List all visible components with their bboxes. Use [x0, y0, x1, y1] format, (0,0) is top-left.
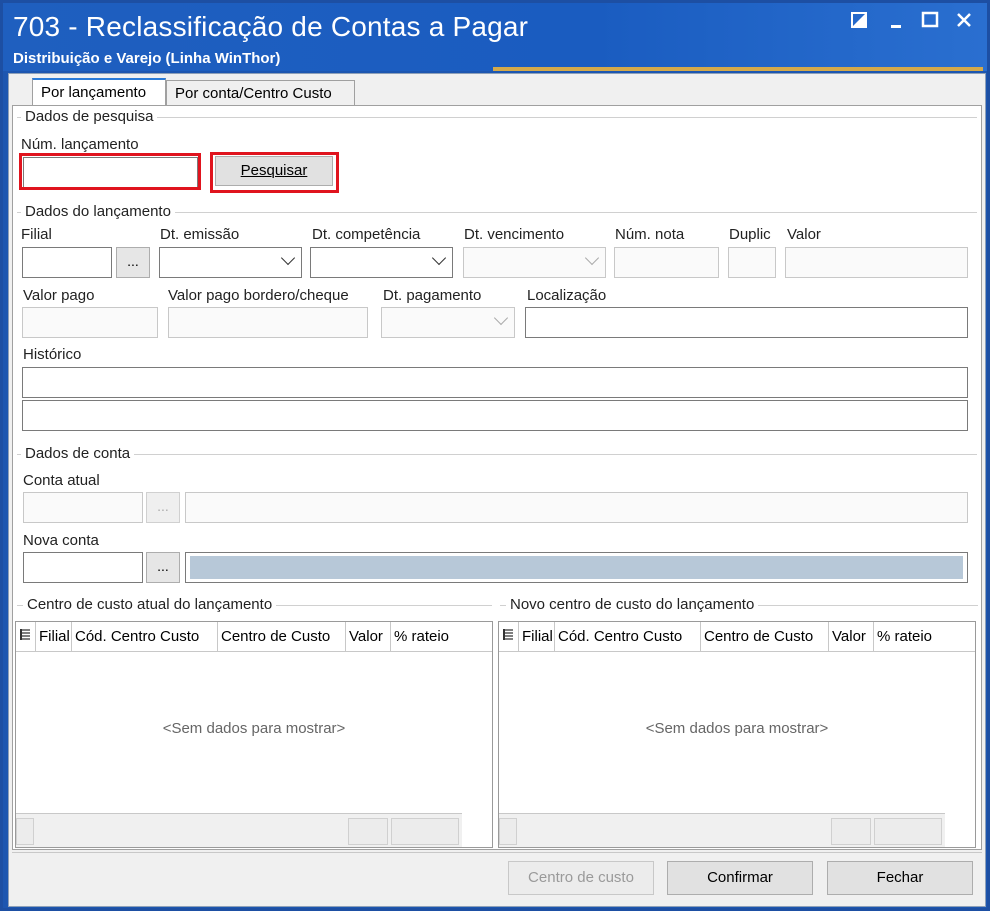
- duplic-label: Duplic: [729, 226, 771, 243]
- column-header[interactable]: Centro de Custo: [218, 622, 346, 652]
- footer-cell: [499, 818, 517, 845]
- conta-atual-input[interactable]: [23, 492, 143, 523]
- num-nota-label: Núm. nota: [615, 226, 685, 243]
- footer-cell: [831, 818, 871, 845]
- group-dados-lancamento: Dados do lançamento: [21, 203, 175, 220]
- column-header[interactable]: Filial: [519, 622, 555, 652]
- cc-atual-grid: Filial Cód. Centro Custo Centro de Custo…: [15, 621, 493, 848]
- duplic-input[interactable]: [728, 247, 776, 278]
- dt-vencimento-select[interactable]: [463, 247, 606, 278]
- column-chooser-icon[interactable]: [499, 622, 519, 652]
- localizacao-input[interactable]: [525, 307, 968, 338]
- group-cc-atual: Centro de custo atual do lançamento: [23, 596, 277, 613]
- fechar-button[interactable]: Fechar: [827, 861, 973, 895]
- filial-input[interactable]: [22, 247, 112, 278]
- dt-emissao-label: Dt. emissão: [160, 226, 240, 243]
- num-lancamento-label: Núm. lançamento: [21, 136, 139, 153]
- nova-conta-desc: [185, 552, 968, 583]
- historico-input-1[interactable]: [22, 367, 968, 398]
- group-line: [17, 454, 977, 455]
- column-header[interactable]: Valor: [829, 622, 874, 652]
- historico-input-2[interactable]: [22, 400, 968, 431]
- app-window: 703 - Reclassificação de Contas a Pagar …: [0, 0, 990, 911]
- tab-label: Por lançamento: [41, 84, 147, 101]
- centro-de-custo-button[interactable]: Centro de custo: [508, 861, 654, 895]
- dt-emissao-select[interactable]: [159, 247, 302, 278]
- highlight-box: [210, 152, 339, 193]
- nova-conta-input[interactable]: [23, 552, 143, 583]
- historico-label: Histórico: [23, 346, 82, 363]
- group-cc-novo: Novo centro de custo do lançamento: [506, 596, 759, 613]
- dt-pagamento-label: Dt. pagamento: [383, 287, 482, 304]
- empty-message: <Sem dados para mostrar>: [645, 720, 829, 737]
- valor-label: Valor: [787, 226, 821, 243]
- grid-footer: [16, 813, 462, 847]
- highlight-box: [19, 153, 201, 190]
- nova-conta-label: Nova conta: [23, 532, 99, 549]
- column-header[interactable]: Cód. Centro Custo: [555, 622, 701, 652]
- title-bar: 703 - Reclassificação de Contas a Pagar …: [3, 3, 987, 71]
- filial-label: Filial: [21, 226, 52, 243]
- chevron-down-icon: [280, 250, 296, 266]
- column-header[interactable]: % rateio: [391, 622, 465, 652]
- column-header[interactable]: Filial: [36, 622, 72, 652]
- valor-bordero-label: Valor pago bordero/cheque: [168, 287, 349, 304]
- tab-por-conta-centro-custo[interactable]: Por conta/Centro Custo: [166, 80, 355, 106]
- column-header[interactable]: Cód. Centro Custo: [72, 622, 218, 652]
- dt-pagamento-select[interactable]: [381, 307, 515, 338]
- window-subtitle: Distribuição e Varejo (Linha WinThor): [13, 50, 281, 67]
- close-icon[interactable]: [955, 11, 979, 33]
- footer-cell: [348, 818, 388, 845]
- restore-icon[interactable]: [850, 11, 874, 33]
- tab-panel: Dados de pesquisa Núm. lançamento Pesqui…: [12, 105, 982, 850]
- localizacao-label: Localização: [527, 287, 607, 304]
- column-header[interactable]: % rateio: [874, 622, 948, 652]
- valor-pago-label: Valor pago: [23, 287, 95, 304]
- valor-pago-input[interactable]: [22, 307, 158, 338]
- centro-de-custo-label: Centro de custo: [528, 869, 634, 886]
- group-dados-pesquisa: Dados de pesquisa: [21, 108, 158, 125]
- footer-cell: [16, 818, 34, 845]
- group-line: [17, 117, 977, 118]
- dt-vencimento-label: Dt. vencimento: [464, 226, 565, 243]
- confirmar-label: Confirmar: [707, 869, 773, 886]
- grid-header: Filial Cód. Centro Custo Centro de Custo…: [499, 622, 975, 652]
- cc-novo-grid: Filial Cód. Centro Custo Centro de Custo…: [498, 621, 976, 848]
- minimize-icon[interactable]: [888, 11, 912, 33]
- nova-conta-lookup-button[interactable]: ...: [146, 552, 180, 583]
- chevron-down-icon: [431, 250, 447, 266]
- group-dados-conta: Dados de conta: [21, 445, 135, 462]
- title-accent-stripe: [493, 67, 983, 71]
- column-header[interactable]: Centro de Custo: [701, 622, 829, 652]
- valor-input[interactable]: [785, 247, 968, 278]
- num-nota-input[interactable]: [614, 247, 719, 278]
- footer-cell: [391, 818, 459, 845]
- footer-cell: [874, 818, 942, 845]
- conta-atual-label: Conta atual: [23, 472, 100, 489]
- chevron-down-icon: [584, 250, 600, 266]
- grid-footer: [499, 813, 945, 847]
- column-chooser-icon[interactable]: [16, 622, 36, 652]
- tab-por-lancamento[interactable]: Por lançamento: [32, 78, 166, 107]
- confirmar-button[interactable]: Confirmar: [667, 861, 813, 895]
- valor-bordero-input[interactable]: [168, 307, 368, 338]
- dt-competencia-label: Dt. competência: [312, 226, 421, 243]
- chevron-down-icon: [493, 310, 509, 326]
- fechar-label: Fechar: [876, 869, 924, 886]
- dt-competencia-select[interactable]: [310, 247, 453, 278]
- conta-atual-desc: [185, 492, 968, 523]
- window-title: 703 - Reclassificação de Contas a Pagar: [13, 11, 529, 42]
- filial-lookup-button[interactable]: ...: [116, 247, 150, 278]
- footer-bar: Centro de custo Confirmar Fechar: [12, 852, 982, 904]
- conta-atual-lookup-button[interactable]: ...: [146, 492, 180, 523]
- tab-label: Por conta/Centro Custo: [175, 85, 332, 102]
- empty-message: <Sem dados para mostrar>: [162, 720, 346, 737]
- maximize-icon[interactable]: [921, 11, 945, 33]
- column-header[interactable]: Valor: [346, 622, 391, 652]
- nova-conta-desc-fill: [190, 556, 963, 579]
- grid-header: Filial Cód. Centro Custo Centro de Custo…: [16, 622, 492, 652]
- main-content: Por lançamento Por conta/Centro Custo Da…: [8, 73, 986, 907]
